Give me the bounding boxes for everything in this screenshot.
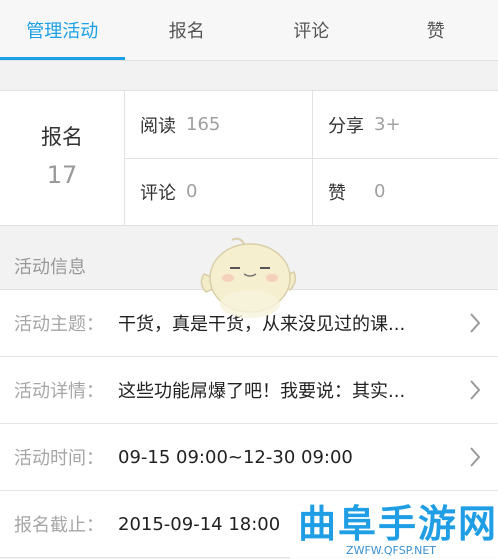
activity-detail-row[interactable]: 活动详情： 这些功能屌爆了吧！我要说：其实...	[0, 357, 498, 424]
row-value: 09-15 09:00~12-30 09:00	[118, 446, 353, 468]
chevron-right-icon	[470, 313, 481, 333]
row-label: 报名截止：	[14, 515, 104, 536]
tab-label: 评论	[293, 21, 330, 42]
section-title: 活动信息	[14, 257, 86, 278]
tab-likes[interactable]: 赞	[374, 0, 498, 60]
tab-bar: 管理活动 报名 评论 赞	[0, 0, 498, 60]
row-label: 活动详情：	[14, 381, 104, 402]
tab-label: 赞	[426, 21, 445, 42]
watermark-logo: 曲阜手游网 ZWFW.QFSP.NET	[290, 491, 498, 559]
row-value: 2015-09-14 18:00	[118, 513, 281, 535]
read-stat: 阅读 165	[140, 91, 220, 158]
tab-manage-activity[interactable]: 管理活动	[0, 0, 125, 60]
row-label: 活动时间：	[14, 448, 104, 469]
tab-label: 报名	[168, 21, 205, 42]
comment-count: 0	[186, 181, 198, 202]
tab-divider	[0, 60, 498, 61]
comment-stat: 评论 0	[140, 158, 197, 225]
like-count: 0	[374, 181, 386, 202]
tab-signup[interactable]: 报名	[125, 0, 250, 60]
read-count: 165	[186, 114, 221, 135]
chevron-right-icon	[470, 380, 481, 400]
activity-time-row[interactable]: 活动时间： 09-15 09:00~12-30 09:00	[0, 424, 498, 491]
stats-panel: 报名 17 阅读 165 分享 3+ 评论 0 赞 0	[0, 90, 498, 226]
share-count: 3+	[374, 114, 401, 135]
watermark-url: ZWFW.QFSP.NET	[346, 544, 436, 557]
tab-label: 管理活动	[26, 21, 99, 42]
tab-comments[interactable]: 评论	[249, 0, 374, 60]
signup-label: 报名	[41, 125, 83, 149]
like-label: 赞	[328, 182, 346, 204]
comment-label: 评论	[140, 182, 176, 204]
like-stat: 赞 0	[328, 158, 385, 225]
signup-stat[interactable]: 报名 17	[0, 91, 125, 225]
mascot-icon	[200, 237, 297, 318]
share-label: 分享	[328, 115, 364, 137]
watermark-title: 曲阜手游网	[298, 502, 498, 546]
row-value: 这些功能屌爆了吧！我要说：其实...	[118, 381, 406, 402]
read-label: 阅读	[140, 115, 176, 137]
row-label: 活动主题：	[14, 314, 104, 335]
signup-count: 17	[46, 161, 78, 189]
share-stat: 分享 3+	[328, 91, 401, 158]
chevron-right-icon	[470, 447, 481, 467]
